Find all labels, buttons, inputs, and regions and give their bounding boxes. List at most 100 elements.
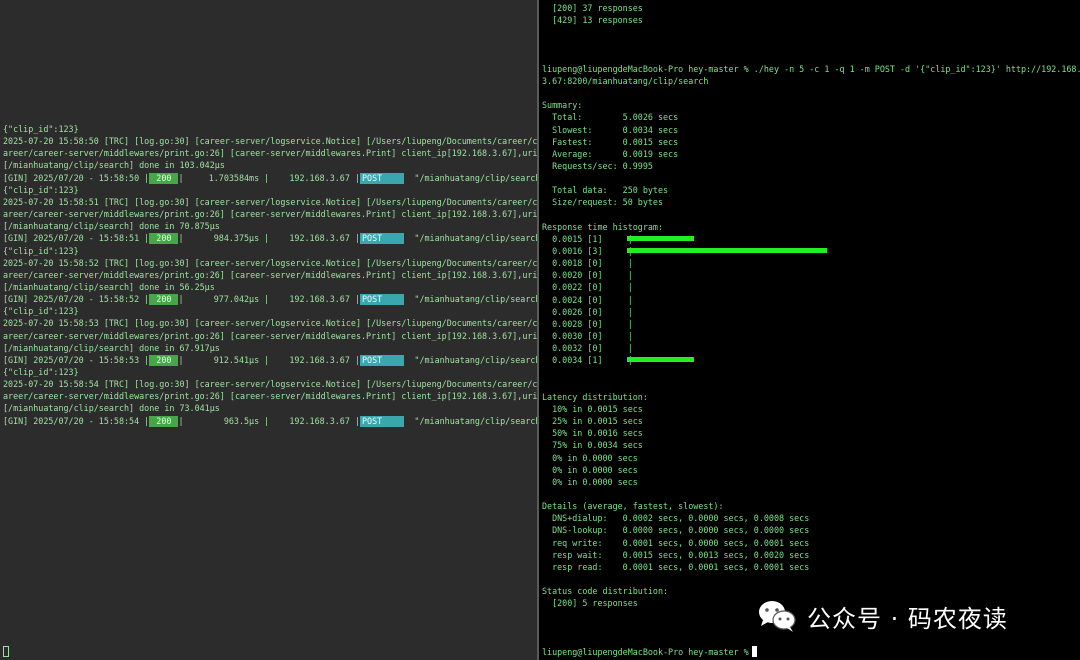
histogram-label: 0.0024 [0] |	[542, 294, 633, 305]
output-line: 0% in 0.0000 secs	[542, 476, 638, 487]
gin-prefix: [GIN] 2025/07/20 - 15:58:51 |	[3, 233, 150, 244]
output-line: resp read: 0.0001 secs, 0.0001 secs, 0.0…	[542, 561, 810, 572]
gin-timing: | 912.541µs | 192.168.3.67 |	[178, 354, 360, 365]
output-line: req write: 0.0001 secs, 0.0000 secs, 0.0…	[542, 537, 810, 548]
gin-path: "/mianhuatang/clip/search"	[404, 354, 537, 365]
log-line: 2025-07-20 15:58:54 [TRC] [log.go:30] [c…	[3, 379, 537, 390]
log-line: areer/career-server/middlewares/print.go…	[3, 209, 537, 220]
method-badge: POST	[359, 233, 405, 245]
gin-prefix: [GIN] 2025/07/20 - 15:58:52 |	[3, 294, 150, 305]
status-badge: 200	[149, 233, 179, 245]
log-line: {"clip_id":123}	[3, 367, 79, 377]
output-line: 0% in 0.0000 secs	[542, 452, 638, 463]
log-line: [/mianhuatang/clip/search] done in 103.0…	[3, 160, 225, 171]
gin-path: "/mianhuatang/clip/search"	[404, 294, 537, 305]
status-badge: 200	[149, 354, 179, 366]
output-line: Latency distribution:	[542, 391, 648, 402]
histogram-row: 0.0015 [1] |	[542, 233, 1072, 245]
gin-log-line: [GIN] 2025/07/20 - 15:58:51 | 200 | 984.…	[3, 232, 537, 245]
output-line: 3.67:8200/mianhuatang/clip/search	[542, 75, 709, 86]
log-line: {"clip_id":123}	[3, 184, 79, 195]
output-line: Summary:	[542, 100, 583, 111]
output-line: 10% in 0.0015 secs	[542, 403, 643, 414]
terminal-cursor	[752, 646, 757, 657]
log-line: 2025-07-20 15:58:51 [TRC] [log.go:30] [c…	[3, 196, 537, 207]
histogram-row: 0.0018 [0] |	[542, 257, 1072, 269]
left-terminal-pane[interactable]: {"clip_id":123} 2025-07-20 15:58:50 [TRC]…	[0, 0, 537, 660]
histogram-row: 0.0024 [0] |	[542, 294, 1072, 306]
output-line: [200] 37 responses	[542, 3, 643, 13]
histogram-bar	[627, 357, 694, 363]
histogram-bar	[627, 235, 694, 241]
gin-prefix: [GIN] 2025/07/20 - 15:58:50 |	[3, 172, 150, 183]
histogram-row: 0.0034 [1] |	[542, 354, 1072, 366]
log-line: {"clip_id":123}	[3, 124, 79, 134]
histogram-label: 0.0032 [0] |	[542, 343, 633, 354]
output-line: Details (average, fastest, slowest):	[542, 501, 724, 512]
status-badge: 200	[149, 172, 179, 184]
gin-timing: | 977.042µs | 192.168.3.67 |	[178, 294, 360, 305]
log-line: [/mianhuatang/clip/search] done in 70.87…	[3, 221, 220, 232]
histogram-bar	[627, 248, 827, 253]
histogram-row: 0.0016 [3] |	[542, 245, 1072, 257]
histogram-row: 0.0030 [0] |	[542, 330, 1072, 342]
watermark: 公众号 · 码农夜读	[757, 596, 1008, 636]
output-line: [429] 13 responses	[542, 15, 643, 26]
histogram-row: 0.0032 [0] |	[542, 342, 1072, 354]
log-line: [/mianhuatang/clip/search] done in 73.04…	[3, 403, 220, 414]
histogram-row: 0.0020 [0] |	[542, 269, 1072, 281]
output-line: 50% in 0.0016 secs	[542, 428, 643, 439]
log-line: {"clip_id":123}	[3, 245, 79, 256]
gin-log-line: [GIN] 2025/07/20 - 15:58:53 | 200 | 912.…	[3, 354, 537, 366]
gin-log-line: [GIN] 2025/07/20 - 15:58:52 | 200 | 977.…	[3, 293, 537, 306]
log-line: 2025-07-20 15:58:52 [TRC] [log.go:30] [c…	[3, 257, 537, 268]
output-line: 25% in 0.0015 secs	[542, 416, 643, 427]
gin-path: "/mianhuatang/clip/search"	[404, 415, 537, 426]
output-line: Fastest: 0.0015 secs	[542, 136, 679, 147]
output-line: Response time histogram:	[542, 221, 664, 232]
log-line: 2025-07-20 15:58:50 [TRC] [log.go:30] [c…	[3, 136, 537, 147]
shell-prompt[interactable]: liupeng@liupengdeMacBook-Pro hey-master …	[542, 646, 754, 658]
output-line: Status code distribution:	[542, 586, 669, 597]
histogram-row: 0.0026 [0] |	[542, 306, 1072, 318]
method-badge: POST	[359, 294, 405, 306]
output-line: Total data: 250 bytes	[542, 185, 669, 196]
output-line: 0% in 0.0000 secs	[542, 464, 638, 475]
gin-timing: | 1.703584ms | 192.168.3.67 |	[178, 172, 360, 183]
output-line: liupeng@liupengdeMacBook-Pro hey-master …	[542, 63, 1080, 74]
output-line: Slowest: 0.0034 secs	[542, 124, 679, 135]
method-badge: POST	[359, 354, 405, 366]
output-line: DNS-lookup: 0.0000 secs, 0.0000 secs, 0.…	[542, 525, 810, 536]
output-line: Average: 0.0019 secs	[542, 148, 679, 159]
gin-timing: | 984.375µs | 192.168.3.67 |	[178, 233, 360, 244]
gin-log-line: [GIN] 2025/07/20 - 15:58:54 | 200 | 963.…	[3, 415, 537, 427]
log-line: 2025-07-20 15:58:53 [TRC] [log.go:30] [c…	[3, 318, 537, 329]
log-line: areer/career-server/middlewares/print.go…	[3, 330, 537, 341]
right-terminal-pane[interactable]: [200] 37 responses [429] 13 responses liu…	[539, 0, 1080, 660]
output-line: resp wait: 0.0015 secs, 0.0013 secs, 0.0…	[542, 549, 810, 560]
histogram-label: 0.0020 [0] |	[542, 270, 633, 281]
gin-path: "/mianhuatang/clip/search"	[404, 233, 537, 244]
histogram-label: 0.0018 [0] |	[542, 258, 633, 269]
wechat-icon	[759, 601, 796, 632]
histogram-row: 0.0022 [0] |	[542, 281, 1072, 293]
gin-timing: | 963.5µs | 192.168.3.67 |	[178, 415, 360, 426]
output-line: 75% in 0.0034 secs	[542, 440, 643, 451]
histogram-row: 0.0028 [0] |	[542, 318, 1072, 330]
log-line: areer/career-server/middlewares/print.go…	[3, 148, 537, 159]
output-line: Total: 5.0026 secs	[542, 112, 679, 123]
histogram-label: 0.0026 [0] |	[542, 306, 633, 317]
watermark-text: 公众号 · 码农夜读	[807, 604, 1008, 633]
log-line: {"clip_id":123}	[3, 306, 79, 317]
output-line: DNS+dialup: 0.0002 secs, 0.0000 secs, 0.…	[542, 513, 810, 524]
output-line: Size/request: 50 bytes	[542, 197, 664, 208]
method-badge: POST	[359, 415, 405, 427]
histogram-label: 0.0016 [3] |	[542, 246, 633, 256]
gin-prefix: [GIN] 2025/07/20 - 15:58:53 |	[3, 354, 150, 365]
status-badge: 200	[149, 415, 179, 427]
histogram-label: 0.0030 [0] |	[542, 331, 633, 342]
gin-prefix: [GIN] 2025/07/20 - 15:58:54 |	[3, 415, 150, 426]
histogram-label: 0.0022 [0] |	[542, 282, 633, 293]
histogram-label: 0.0015 [1] |	[542, 233, 633, 244]
histogram-label: 0.0028 [0] |	[542, 318, 633, 329]
